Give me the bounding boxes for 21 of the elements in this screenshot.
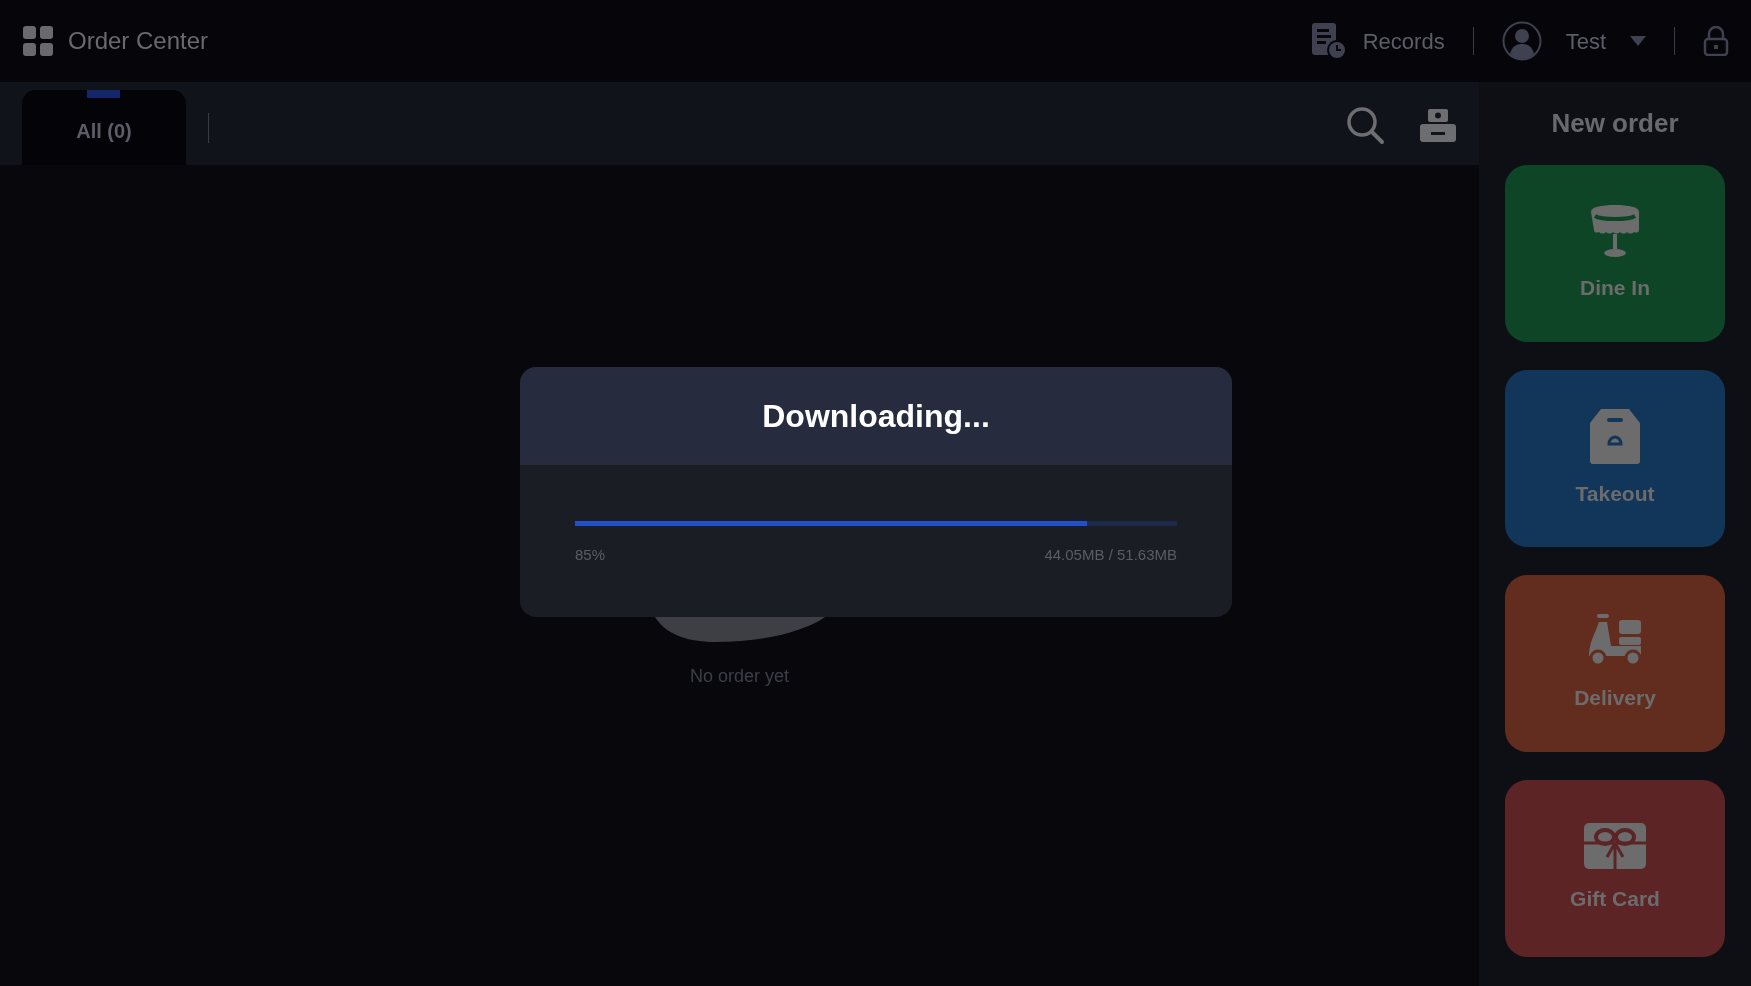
document-clock-icon[interactable] (1310, 22, 1347, 60)
user-name[interactable]: Test (1565, 24, 1606, 58)
gift-card-icon (1584, 822, 1646, 869)
new-order-title: New order (1551, 107, 1679, 140)
lock-icon[interactable] (1703, 26, 1729, 56)
caret-icon[interactable] (1630, 36, 1646, 46)
order-type-card[interactable]: Delivery (1505, 575, 1725, 752)
progress-percent: 85% (575, 545, 606, 565)
user-avatar-icon[interactable] (1501, 21, 1542, 61)
order-type-card[interactable]: Gift Card (1505, 780, 1725, 957)
tab[interactable]: All (0) (22, 90, 186, 165)
app-title: Order Center (68, 26, 209, 56)
dialog-title: Downloading... (762, 397, 990, 436)
search-icon[interactable] (1345, 105, 1385, 145)
download-size: 44.05MB / 51.63MB (1044, 545, 1177, 565)
records-link[interactable]: Records (1362, 24, 1445, 58)
order-type-card[interactable]: Takeout (1505, 370, 1725, 547)
empty-message: No order yet (689, 665, 789, 688)
order-type-card[interactable]: Dine In (1505, 165, 1725, 342)
grid-icon[interactable] (22, 25, 54, 57)
box-icon (1587, 407, 1643, 464)
